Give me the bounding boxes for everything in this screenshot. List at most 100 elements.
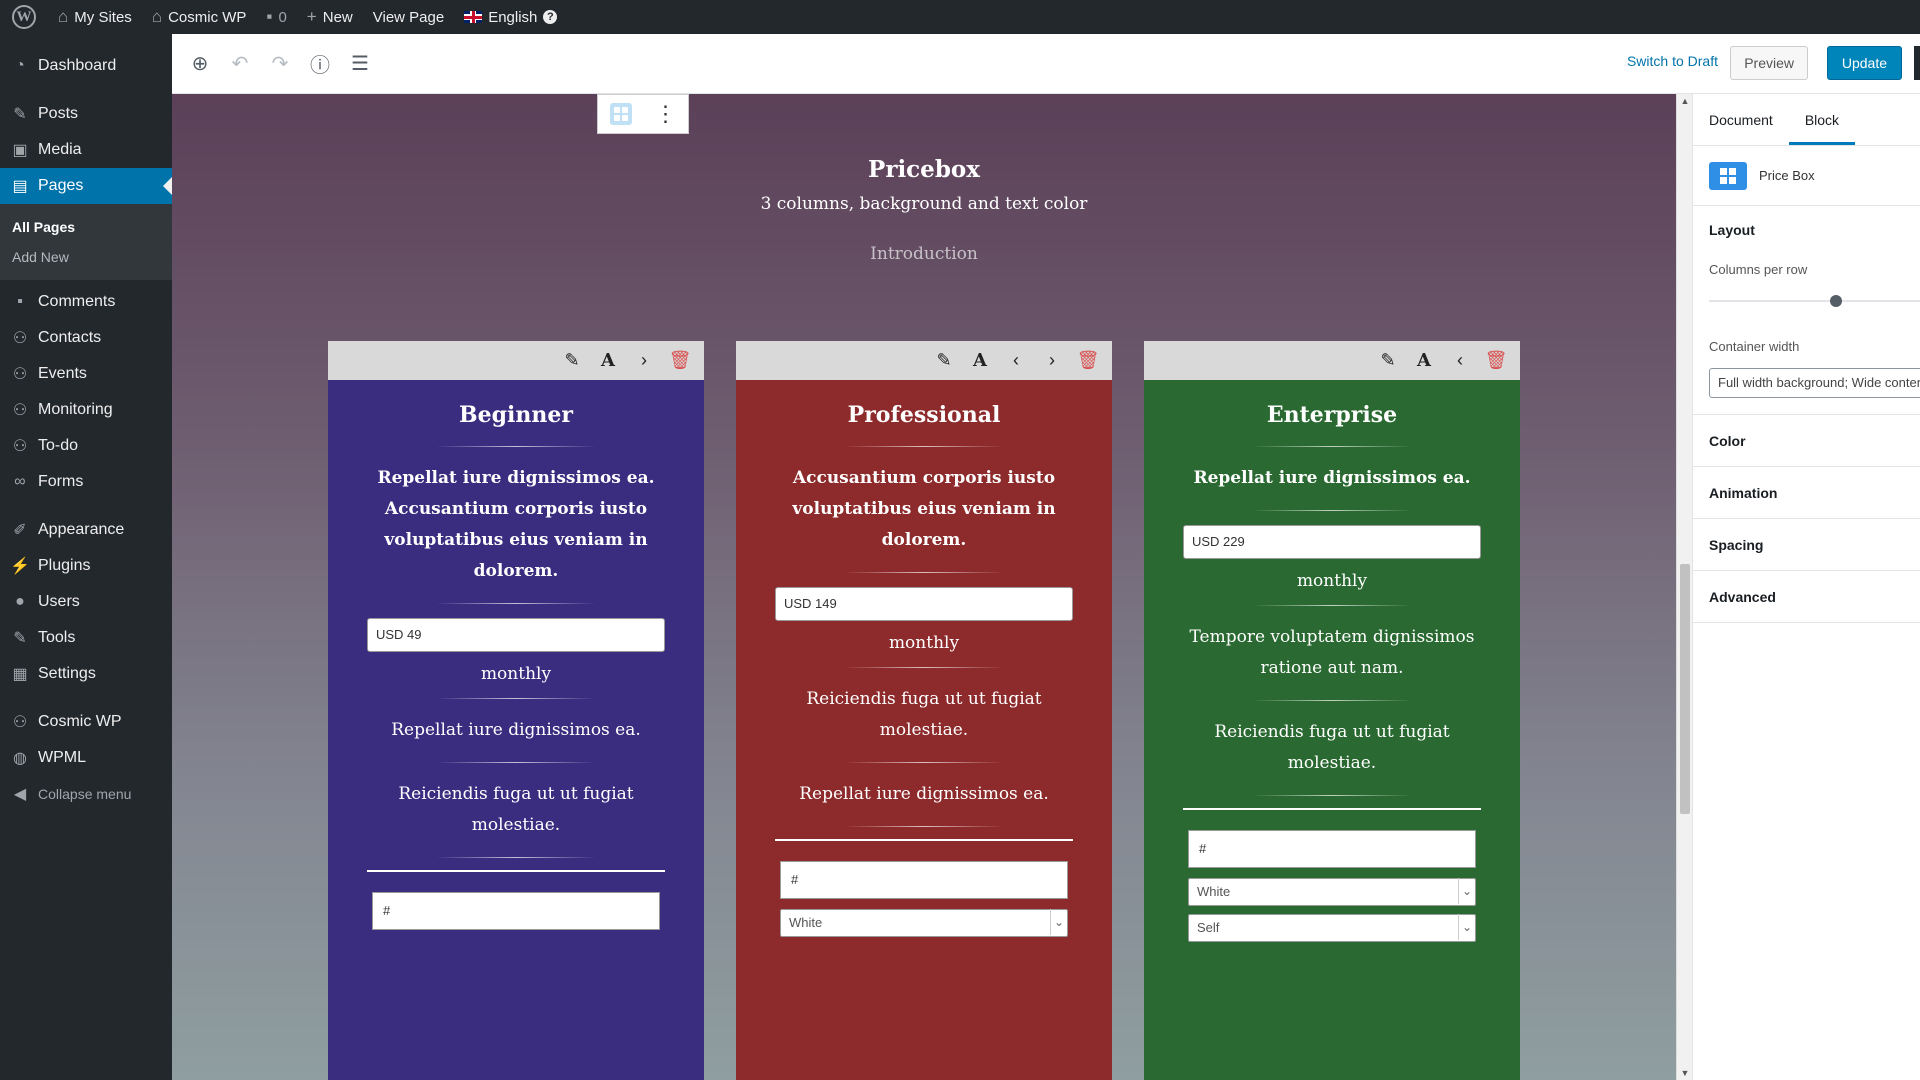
new-content-link[interactable]: + New: [297, 0, 363, 34]
scroll-up-icon[interactable]: ▲: [1677, 96, 1693, 106]
wordpress-logo-button[interactable]: W: [0, 0, 48, 34]
price-period: monthly: [480, 664, 552, 684]
plan-description: Accusantium corporis iusto voluptatibus …: [792, 468, 1056, 550]
sidebar-item-tools[interactable]: ✎ Tools: [0, 620, 172, 656]
slider-handle[interactable]: [1829, 295, 1842, 307]
collapse-menu-button[interactable]: ◀ Collapse menu: [0, 776, 172, 812]
my-sites-link[interactable]: ⌂ My Sites: [48, 0, 142, 34]
price-input[interactable]: USD 49: [367, 618, 665, 652]
font-icon[interactable]: A: [1406, 343, 1442, 379]
introduction-text: Introduction: [870, 244, 978, 264]
divider: [844, 572, 1004, 573]
preview-button[interactable]: Preview: [1730, 46, 1808, 80]
wrench-icon: ✎: [13, 630, 27, 647]
sidebar-item-label: Posts: [38, 105, 79, 122]
sidebar-item-settings[interactable]: ▦ Settings: [0, 656, 172, 692]
undo-icon[interactable]: ↶: [220, 44, 260, 84]
collapse-label: Collapse menu: [38, 786, 132, 802]
button-link-input[interactable]: #: [1188, 830, 1476, 868]
pages-submenu: All Pages Add New: [0, 204, 172, 280]
animation-panel[interactable]: Animation: [1693, 467, 1920, 519]
sidebar-item-events[interactable]: ⚇ Events: [0, 356, 172, 392]
spacing-panel[interactable]: Spacing: [1693, 519, 1920, 571]
divider: [1252, 795, 1412, 796]
sidebar-item-label: Tools: [38, 629, 76, 646]
sidebar-item-posts[interactable]: ✎ Posts: [0, 96, 172, 132]
price-input[interactable]: USD 149: [775, 587, 1073, 621]
sidebar-item-todo[interactable]: ⚇ To-do: [0, 428, 172, 464]
help-icon: ?: [543, 10, 558, 24]
view-page-link[interactable]: View Page: [363, 0, 454, 34]
color-panel[interactable]: Color: [1693, 415, 1920, 467]
comments-link[interactable]: ▪ 0: [256, 0, 296, 34]
sites-icon: ⌂: [58, 7, 69, 26]
brush-icon[interactable]: ✎: [1370, 343, 1406, 379]
chevron-left-icon[interactable]: ‹: [998, 343, 1034, 379]
block-name: Price Box: [1759, 168, 1815, 183]
button-link-input[interactable]: #: [372, 892, 660, 930]
sidebar-item-plugins[interactable]: ⚡ Plugins: [0, 548, 172, 584]
sidebar-item-appearance[interactable]: ✐ Appearance: [0, 512, 172, 548]
sidebar-item-comments[interactable]: ▪ Comments: [0, 284, 172, 320]
redo-icon[interactable]: ↷: [260, 44, 300, 84]
advanced-panel[interactable]: Advanced: [1693, 571, 1920, 623]
column-body: Professional Accusantium corporis iusto …: [736, 380, 1112, 1080]
sidebar-item-forms[interactable]: ∞ Forms: [0, 464, 172, 500]
block-navigation-icon[interactable]: ☰: [340, 44, 380, 84]
tab-block[interactable]: Block: [1788, 94, 1856, 145]
my-sites-label: My Sites: [74, 8, 132, 26]
canvas-scrollbar[interactable]: ▲ ▼: [1676, 94, 1692, 1080]
column-toolbar: ✎ A ‹ › 🗑: [736, 341, 1112, 380]
button-color-select[interactable]: White: [780, 909, 1068, 937]
scroll-thumb[interactable]: [1680, 564, 1690, 814]
button-link-input[interactable]: #: [780, 861, 1068, 899]
divider: [844, 826, 1004, 827]
sidebar-item-label: Cosmic WP: [38, 713, 122, 730]
sidebar-item-users[interactable]: ● Users: [0, 584, 172, 620]
submenu-add-new[interactable]: Add New: [0, 242, 172, 272]
button-color-select[interactable]: White: [1188, 878, 1476, 906]
sidebar-item-dashboard[interactable]: ◔ Dashboard: [0, 48, 172, 84]
trash-icon[interactable]: 🗑: [662, 343, 698, 379]
plan-name: Enterprise: [1266, 402, 1398, 428]
editor-toolbar: ⊕ ↶ ↷ ⓘ ☰ Switch to Draft Preview Update: [172, 34, 1920, 94]
sidebar-item-label: Appearance: [38, 521, 125, 538]
sidebar-item-contacts[interactable]: ⚇ Contacts: [0, 320, 172, 356]
language-switcher[interactable]: English?: [454, 0, 567, 34]
more-options-button[interactable]: ⋮: [643, 95, 688, 133]
button-target-select[interactable]: Self: [1188, 914, 1476, 942]
columns-per-row-slider[interactable]: [1709, 291, 1920, 311]
brush-icon[interactable]: ✎: [926, 343, 962, 379]
sidebar-item-label: Plugins: [38, 557, 91, 574]
submenu-all-pages[interactable]: All Pages: [0, 212, 172, 242]
sidebar-item-label: Events: [38, 365, 87, 382]
scroll-down-icon[interactable]: ▼: [1677, 1068, 1693, 1078]
sidebar-item-cosmic-wp[interactable]: ⚇ Cosmic WP: [0, 704, 172, 740]
sidebar-item-wpml[interactable]: ◍ WPML: [0, 740, 172, 776]
sidebar-item-monitoring[interactable]: ⚇ Monitoring: [0, 392, 172, 428]
switch-to-draft-button[interactable]: Switch to Draft: [1627, 53, 1718, 69]
font-icon[interactable]: A: [962, 343, 998, 379]
tab-document[interactable]: Document: [1693, 94, 1789, 145]
trash-icon[interactable]: 🗑: [1070, 343, 1106, 379]
update-button[interactable]: Update: [1826, 46, 1902, 80]
trash-icon[interactable]: 🗑: [1478, 343, 1514, 379]
chevron-right-icon[interactable]: ›: [1034, 343, 1070, 379]
brush-icon[interactable]: ✎: [554, 343, 590, 379]
feature-item: Reiciendis fuga ut ut fugiat molestiae.: [398, 784, 634, 835]
chevron-right-icon[interactable]: ›: [626, 343, 662, 379]
container-width-select[interactable]: Full width background; Wide content: [1709, 368, 1920, 398]
layout-panel-title[interactable]: Layout: [1709, 222, 1904, 238]
chevron-left-icon[interactable]: ‹: [1442, 343, 1478, 379]
page-subtitle: 3 columns, background and text color: [760, 194, 1088, 214]
sidebar-item-media[interactable]: ▣ Media: [0, 132, 172, 168]
price-input[interactable]: USD 229: [1183, 525, 1481, 559]
block-type-button[interactable]: [598, 95, 643, 133]
info-icon[interactable]: ⓘ: [300, 44, 340, 84]
button-separator: [775, 839, 1073, 841]
font-icon[interactable]: A: [590, 343, 626, 379]
add-block-icon[interactable]: ⊕: [180, 44, 220, 84]
site-name-link[interactable]: ⌂ Cosmic WP: [142, 0, 257, 34]
sidebar-item-label: Pages: [38, 177, 84, 194]
sidebar-item-pages[interactable]: ▤ Pages: [0, 168, 172, 204]
